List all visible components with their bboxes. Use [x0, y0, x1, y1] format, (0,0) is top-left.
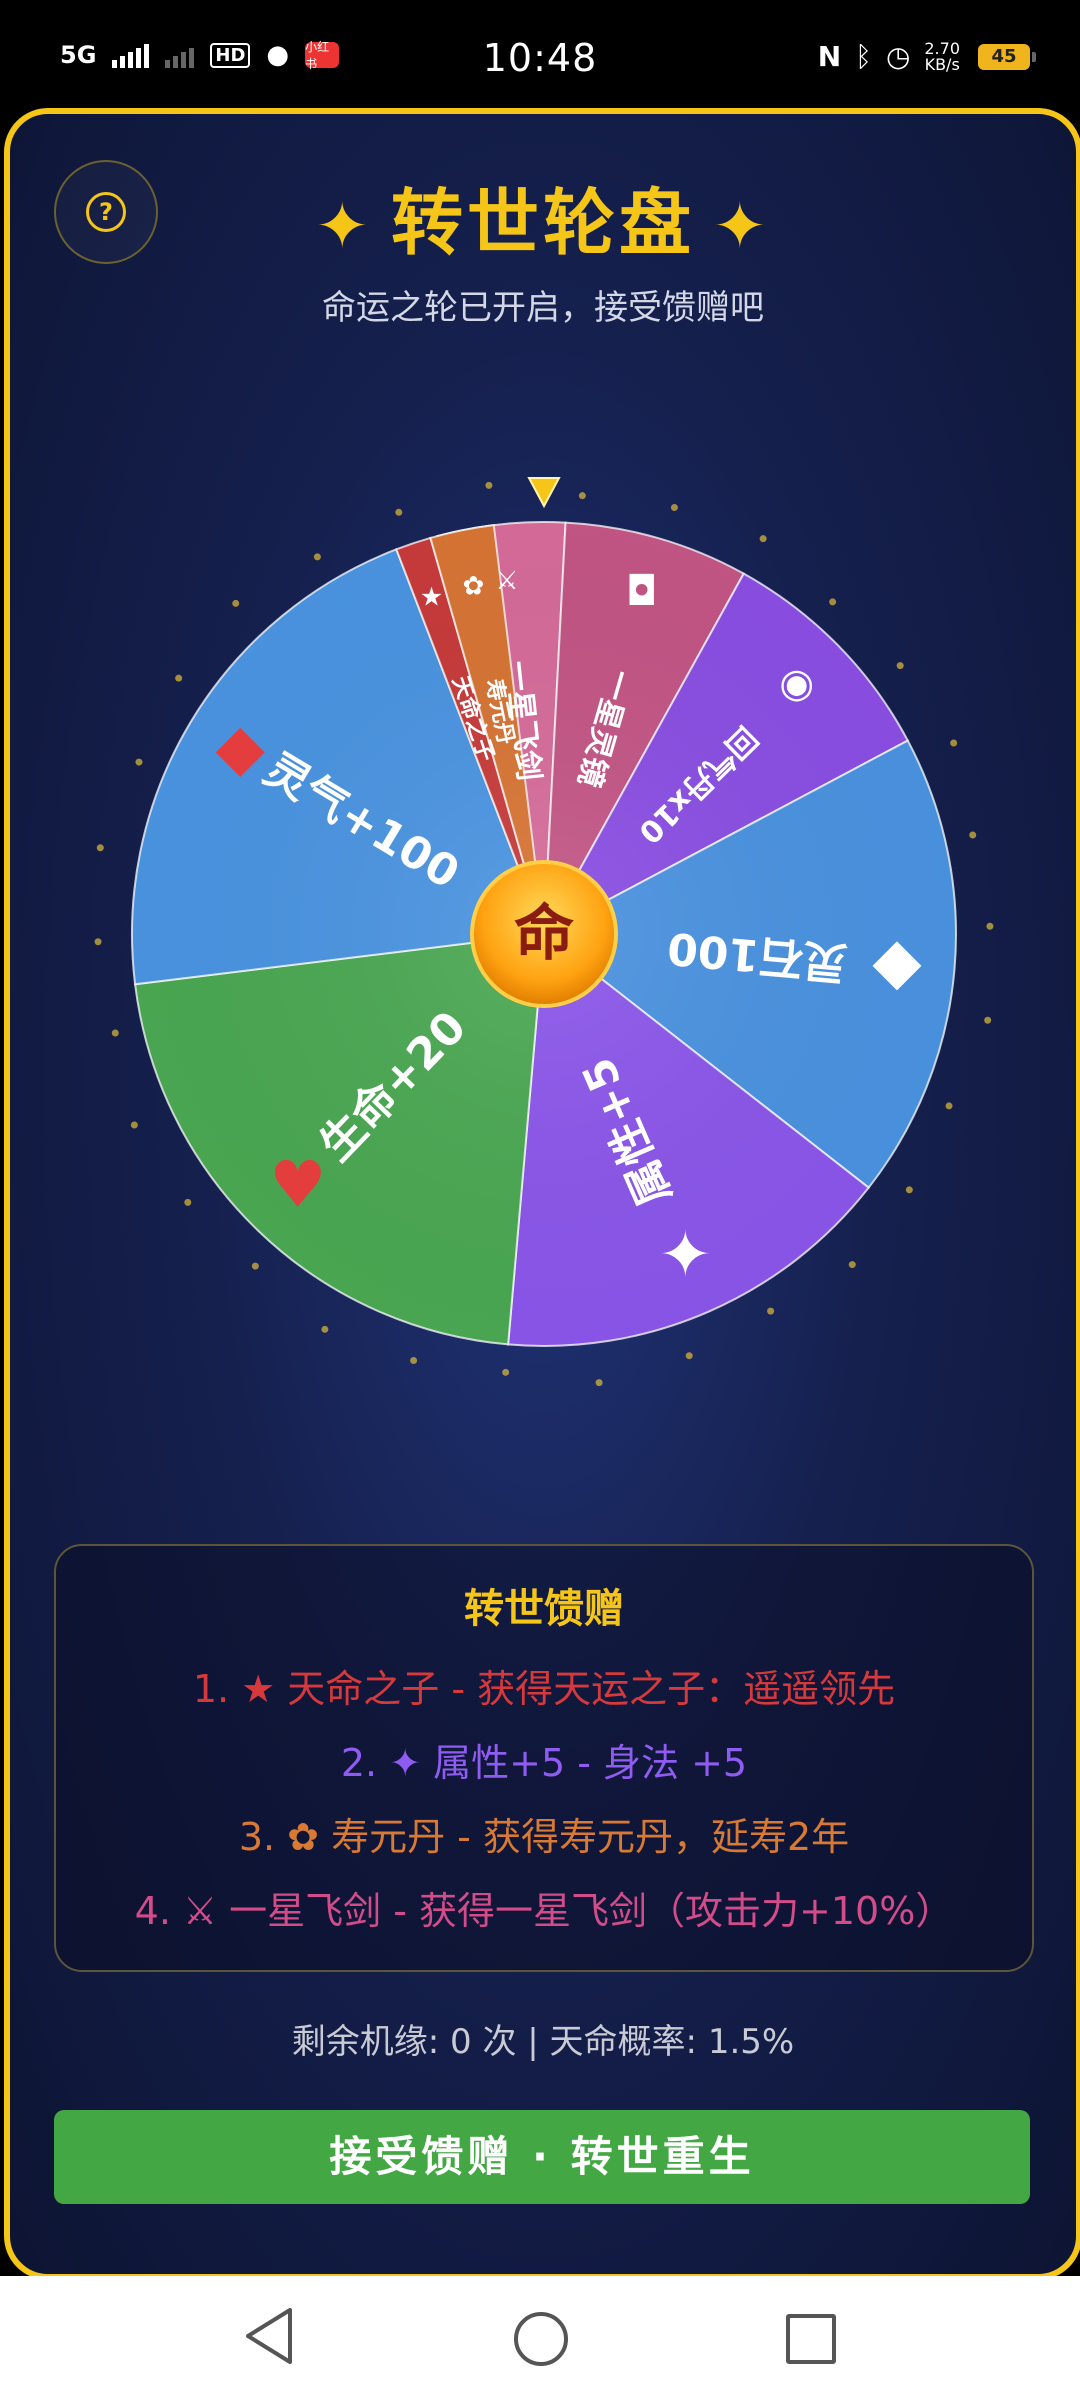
- wheel-dot: [184, 1198, 192, 1206]
- wheel-dot: [829, 598, 837, 606]
- reward-item-4: 4. ⚔ 一星飞剑 - 获得一星飞剑（攻击力+10%）: [134, 1889, 954, 1933]
- wheel-card: ? ✦ 转世轮盘 ✦ 命运之轮已开启，接受馈赠吧 一星飞剑 ⚔ 一星灵镜 ◘ 回气丹x10 ◉…: [4, 108, 1080, 2280]
- home-icon[interactable]: [514, 2312, 568, 2366]
- reward-item-1: 1. ★ 天命之子 - 获得天运之子：遥遥领先: [192, 1667, 896, 1711]
- wheel-dot: [848, 1261, 856, 1269]
- wheel-dot: [896, 662, 904, 670]
- battery-icon: 45: [978, 44, 1036, 70]
- speed-unit: KB/s: [924, 54, 960, 74]
- wheel-pointer-icon: [527, 477, 561, 509]
- wheel-dot: [232, 599, 240, 607]
- wheel-dot: [950, 739, 958, 747]
- remaining-chances: 剩余机缘: 0 次 | 天命概率: 1.5%: [291, 2022, 795, 2062]
- wheel-segment-icon: ◉: [779, 661, 814, 707]
- wheel-dot: [905, 1186, 913, 1194]
- rewards-panel: 转世馈赠 1. ★ 天命之子 - 获得天运之子：遥遥领先 2. ✦ 属性+5 -…: [54, 1544, 1034, 1972]
- bluetooth-icon: ᛒ: [855, 40, 872, 73]
- wheel-dot: [251, 1262, 259, 1270]
- recent-apps-icon[interactable]: [786, 2314, 836, 2364]
- wheel-segment-icon: ◆: [872, 924, 922, 998]
- wheel-segment-icon: ★: [420, 582, 443, 612]
- wheel-segment-icon: ◘: [626, 568, 658, 614]
- wheel-dot: [130, 1121, 138, 1129]
- alarm-icon: ◷: [885, 40, 911, 73]
- wheel-dot: [485, 481, 493, 489]
- accept-rebirth-button[interactable]: 接受馈赠 · 转世重生: [54, 2110, 1030, 2204]
- wheel-dot: [502, 1368, 510, 1376]
- wheel-hub-label: 命: [514, 899, 574, 969]
- status-bar: 5G HD ● 小红书 10:48 N ᛒ ◷ 2.70 KB/s 45: [0, 0, 1080, 110]
- back-icon[interactable]: [242, 2306, 296, 2366]
- wheel-segment-icon: ✦: [658, 1219, 712, 1293]
- status-right: N ᛒ ◷ 2.70 KB/s: [818, 40, 960, 73]
- wheel-dot: [410, 1357, 418, 1365]
- nfc-icon: N: [817, 40, 842, 73]
- wheel-dot: [595, 1379, 603, 1387]
- rewards-title: 转世馈赠: [464, 1586, 624, 1632]
- wheel-segment-icon: ◆: [216, 711, 266, 785]
- wheel-dot: [984, 1016, 992, 1024]
- reward-item-3: 3. ✿ 寿元丹 - 获得寿元丹，延寿2年: [238, 1815, 850, 1859]
- wheel-dot: [321, 1325, 329, 1333]
- navigation-bar: [0, 2276, 1080, 2400]
- wheel-segment-icon: ♥: [269, 1148, 326, 1222]
- wheel-dot: [767, 1307, 775, 1315]
- wheel-dot: [96, 844, 104, 852]
- wheel-dot: [313, 553, 321, 561]
- wheel-dot: [945, 1102, 953, 1110]
- wheel-dot: [986, 922, 994, 930]
- wheel-dot: [969, 831, 977, 839]
- wheel-segment-icon: ⚔: [495, 566, 518, 596]
- wheel-dot: [685, 1352, 693, 1360]
- wheel-segment-icon: ✿: [462, 571, 484, 601]
- reward-item-2: 2. ✦ 属性+5 - 身法 +5: [340, 1741, 748, 1785]
- wheel-dot: [670, 503, 678, 511]
- wheel-dot: [759, 535, 767, 543]
- wheel-dot: [578, 492, 586, 500]
- wheel-dot: [135, 758, 143, 766]
- wheel-dot: [94, 938, 102, 946]
- wheel-dot: [175, 674, 183, 682]
- fortune-wheel[interactable]: 一星飞剑⚔一星灵镜◘回气丹x10◉灵石100 ◆属性+5✦生命+20♥灵气+100…: [10, 114, 1076, 1494]
- wheel-dot: [395, 508, 403, 516]
- wheel-dot: [111, 1029, 119, 1037]
- net-speed: 2.70 KB/s: [924, 40, 960, 74]
